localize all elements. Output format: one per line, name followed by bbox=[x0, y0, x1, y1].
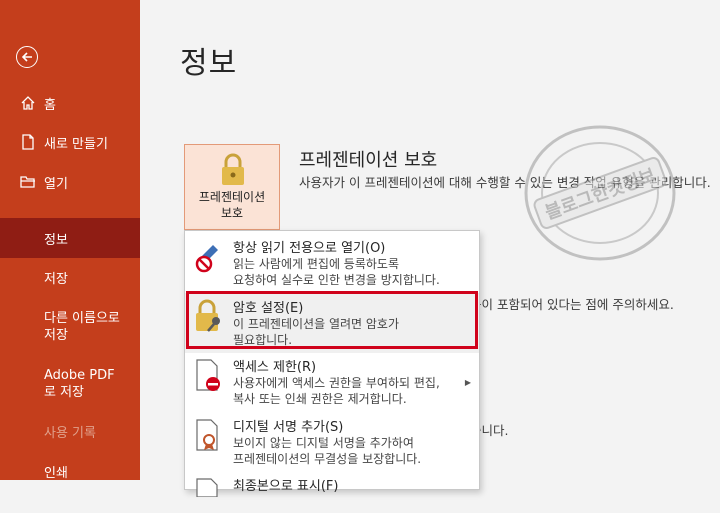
background-text-1: 용이 포함되어 있다는 점에 주의하세요. bbox=[470, 297, 674, 312]
protect-presentation-button[interactable]: 프레젠테이션 보호 ⌄ bbox=[184, 144, 280, 236]
sidebar-item-save-pdf[interactable]: Adobe PDF로 저장 bbox=[0, 366, 140, 402]
section-title: 프레젠테이션 보호 bbox=[299, 150, 438, 171]
menu-item-mark-final[interactable]: 최종본으로 표시(F) bbox=[185, 471, 479, 498]
sidebar-item-label: 다른 이름으로 저장 bbox=[44, 311, 120, 343]
menu-item-description: 보이지 않는 디지털 서명을 추가하여 프레젠테이션의 무결성을 보장합니다. bbox=[233, 435, 421, 467]
certificate-icon bbox=[193, 418, 225, 454]
sidebar-item-open[interactable]: 열기 bbox=[0, 171, 140, 193]
new-file-icon bbox=[20, 134, 36, 150]
menu-item-desc-line: 보이지 않는 디지털 서명을 추가하여 bbox=[233, 436, 414, 450]
sidebar-item-label: 인쇄 bbox=[44, 465, 68, 481]
sidebar-item-label: Adobe PDF로 저장 bbox=[44, 368, 115, 400]
backstage-sidebar: 홈 새로 만들기 열기 정보 저장 다른 이름으로 저장 Adobe PDF로 … bbox=[0, 0, 140, 482]
sidebar-item-label: 새로 만들기 bbox=[44, 136, 108, 152]
sidebar-item-new[interactable]: 새로 만들기 bbox=[0, 131, 140, 153]
sidebar-item-info[interactable]: 정보 bbox=[0, 218, 140, 258]
menu-item-desc-line: 요청하여 실수로 인한 변경을 방지합니다. bbox=[233, 273, 440, 287]
sidebar-item-history[interactable]: 사용 기록 bbox=[0, 420, 140, 442]
menu-item-title: 최종본으로 표시(F) bbox=[233, 479, 339, 494]
submenu-arrow-icon: ▶ bbox=[464, 378, 471, 387]
menu-item-desc-line: 복사 또는 인쇄 권한은 제거합니다. bbox=[233, 392, 407, 406]
sidebar-item-label: 홈 bbox=[44, 97, 56, 113]
back-arrow-icon[interactable] bbox=[16, 46, 38, 68]
menu-item-desc-line: 읽는 사람에게 편집에 등록하도록 bbox=[233, 257, 400, 271]
watermark-seal: 블로그한컷정보 bbox=[520, 118, 680, 272]
menu-item-description: 사용자에게 액세스 권한을 부여하되 편집, 복사 또는 인쇄 권한은 제거합니… bbox=[233, 375, 440, 407]
lock-icon bbox=[217, 153, 249, 190]
menu-item-description: 읽는 사람에게 편집에 등록하도록 요청하여 실수로 인한 변경을 방지합니다. bbox=[233, 256, 440, 288]
menu-item-digital-signature[interactable]: 디지털 서명 추가(S) 보이지 않는 디지털 서명을 추가하여 프레젠테이션의… bbox=[185, 412, 479, 472]
folder-icon bbox=[20, 174, 36, 190]
protect-dropdown-menu: 항상 읽기 전용으로 열기(O) 읽는 사람에게 편집에 등록하도록 요청하여 … bbox=[184, 230, 480, 498]
sidebar-item-home[interactable]: 홈 bbox=[0, 92, 140, 114]
document-final-icon bbox=[193, 477, 225, 513]
menu-item-desc-line: 프레젠테이션의 무결성을 보장합니다. bbox=[233, 452, 422, 466]
menu-item-title: 액세스 제한(R) bbox=[233, 360, 317, 375]
menu-item-title: 디지털 서명 추가(S) bbox=[233, 420, 344, 435]
home-icon bbox=[20, 95, 36, 111]
menu-item-title: 항상 읽기 전용으로 열기(O) bbox=[233, 241, 386, 256]
protect-button-text: 프레젠테이션 보호 bbox=[198, 190, 266, 220]
menu-item-read-only[interactable]: 항상 읽기 전용으로 열기(O) 읽는 사람에게 편집에 등록하도록 요청하여 … bbox=[185, 233, 479, 293]
sidebar-item-label: 사용 기록 bbox=[44, 425, 96, 441]
sidebar-item-label: 저장 bbox=[44, 271, 68, 287]
menu-item-restrict-access[interactable]: 액세스 제한(R) 사용자에게 액세스 권한을 부여하되 편집, 복사 또는 인… bbox=[185, 352, 479, 412]
highlight-box bbox=[186, 291, 478, 349]
page-title: 정보 bbox=[180, 46, 238, 81]
sidebar-item-save[interactable]: 저장 bbox=[0, 266, 140, 288]
sidebar-item-print[interactable]: 인쇄 bbox=[0, 460, 140, 482]
sidebar-item-label: 정보 bbox=[44, 232, 68, 248]
document-restrict-icon bbox=[193, 358, 225, 394]
pencil-forbidden-icon bbox=[193, 239, 225, 275]
menu-item-desc-line: 사용자에게 액세스 권한을 부여하되 편집, bbox=[233, 376, 440, 390]
sidebar-item-label: 열기 bbox=[44, 176, 68, 192]
sidebar-item-save-as[interactable]: 다른 이름으로 저장 bbox=[0, 309, 128, 345]
